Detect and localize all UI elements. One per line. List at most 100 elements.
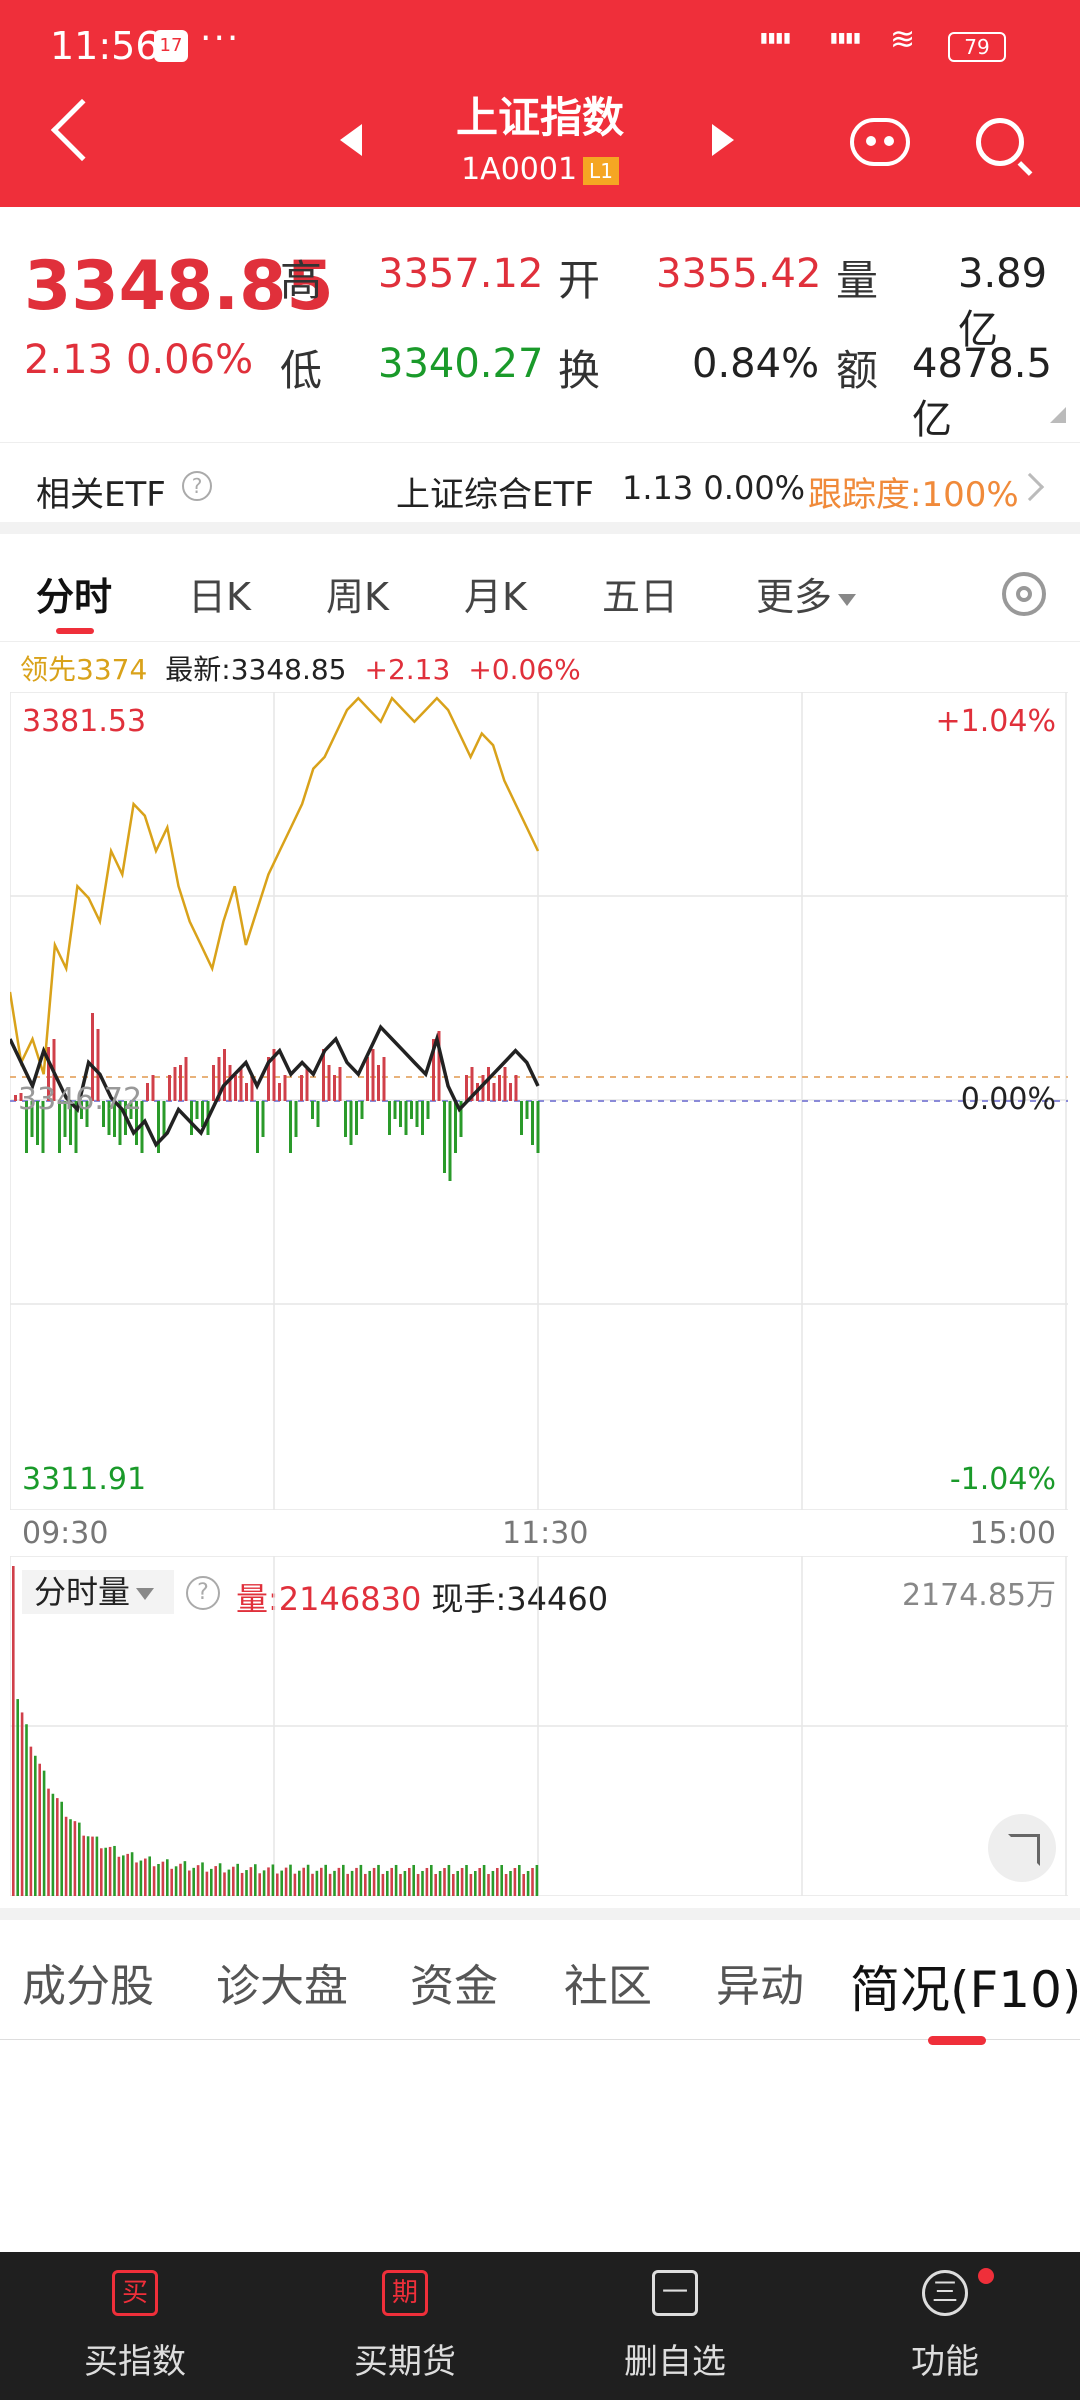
tab-five-day[interactable]: 五日 <box>602 566 678 621</box>
volume-bar <box>126 1853 129 1896</box>
flow-bar <box>360 1101 364 1119</box>
volume-bar <box>482 1864 486 1896</box>
flow-bar <box>289 1101 292 1153</box>
intraday-chart[interactable] <box>10 692 1068 1510</box>
amount-value: 4878.5亿 <box>912 341 1052 443</box>
flow-bar <box>355 1101 358 1135</box>
tab-components[interactable]: 成分股 <box>22 1950 154 2014</box>
latest-change: +2.13 <box>364 653 451 686</box>
volume-bar <box>135 1862 138 1896</box>
flow-bar <box>492 1083 496 1101</box>
volume-bar <box>157 1863 160 1896</box>
flow-bar <box>487 1067 490 1101</box>
tab-f10[interactable]: 简况(F10) <box>850 1950 1080 2022</box>
time-mid: 11:30 <box>502 1516 589 1551</box>
volume-bar <box>100 1848 103 1896</box>
wifi-icon: ≋ <box>890 22 916 57</box>
flow-bar <box>525 1101 529 1119</box>
volume-bar <box>188 1870 191 1896</box>
y-axis-bottom: 3311.91 <box>22 1462 147 1497</box>
quote-panel: 3348.85 2.13 0.06% 高 3357.12 低 3340.27 开… <box>0 207 1080 443</box>
volume-bar <box>430 1864 433 1896</box>
flow-bar <box>503 1067 507 1101</box>
flow-bar <box>168 1075 171 1101</box>
functions-button[interactable]: 三 功能 <box>810 2252 1080 2400</box>
volume-bar <box>170 1868 173 1896</box>
tab-funds[interactable]: 资金 <box>410 1950 498 2014</box>
volume-bar <box>25 1724 28 1896</box>
stock-code: 1A0001 L1 <box>420 152 660 187</box>
volume-bar <box>403 1870 407 1896</box>
latest-pct: +0.06% <box>468 653 581 686</box>
latest-value: 最新:3348.85 <box>165 653 347 686</box>
futures-icon: 期 <box>382 2270 428 2316</box>
flow-bar <box>201 1101 204 1127</box>
flow-bar <box>393 1101 397 1119</box>
volume-bar <box>469 1873 473 1896</box>
page-title: 上证指数 <box>455 93 624 142</box>
volume-bar <box>152 1866 156 1896</box>
expand-quote-icon[interactable] <box>1050 407 1066 423</box>
volume-bar <box>359 1864 363 1896</box>
volume-value: 3.89亿 <box>958 251 1048 353</box>
status-bar: 11:56 17 ··· ▮▮▮▮ ▮▮▮▮ ≋ 79 <box>0 0 1080 90</box>
flow-bar <box>283 1075 287 1101</box>
volume-bar <box>324 1864 327 1896</box>
flow-bar <box>536 1101 540 1153</box>
tab-weekly-k[interactable]: 周K <box>326 566 389 621</box>
volume-bar <box>12 1566 15 1896</box>
tab-more[interactable]: 更多 <box>756 566 857 621</box>
robot-icon[interactable] <box>850 118 910 166</box>
battery-icon: 79 <box>948 32 1006 62</box>
volume-bar <box>478 1867 481 1896</box>
amount-label: 额 <box>836 346 879 395</box>
pct-axis-bottom: -1.04% <box>949 1462 1056 1497</box>
open-label: 开 <box>558 256 601 305</box>
volume-bar <box>38 1763 41 1896</box>
volume-bar <box>509 1870 512 1896</box>
flow-bar <box>14 1095 17 1101</box>
volume-bar <box>315 1870 319 1896</box>
remove-watchlist-button[interactable]: 一 删自选 <box>540 2252 810 2400</box>
volume-bar <box>16 1699 19 1896</box>
volume-bar <box>276 1873 279 1896</box>
volume-bar <box>487 1873 490 1896</box>
tab-intraday[interactable]: 分时 <box>36 566 112 621</box>
search-icon[interactable] <box>976 118 1024 166</box>
volume-bar <box>293 1873 297 1896</box>
etf-tracking: 跟踪度:100% <box>808 475 1019 515</box>
flow-bar <box>388 1101 391 1135</box>
volume-bar <box>535 1864 539 1896</box>
buy-futures-button[interactable]: 期 买期货 <box>270 2252 540 2400</box>
buy-index-button[interactable]: 买 买指数 <box>0 2252 270 2400</box>
flow-bar <box>311 1101 314 1119</box>
tab-daily-k[interactable]: 日K <box>188 566 251 621</box>
back-icon[interactable] <box>50 98 114 162</box>
related-etf-row[interactable]: 相关ETF ? 上证综合ETF 1.13 0.00% 跟踪度:100% <box>0 442 1080 534</box>
help-icon[interactable]: ? <box>182 471 212 501</box>
volume-bar <box>236 1863 239 1896</box>
tab-monthly-k[interactable]: 月K <box>464 566 527 621</box>
next-stock-icon[interactable] <box>712 124 734 156</box>
volume-bar <box>328 1873 332 1896</box>
tab-movement[interactable]: 异动 <box>716 1950 804 2014</box>
volume-bar <box>434 1873 437 1896</box>
volume-bar <box>108 1846 112 1896</box>
volume-label: 量 <box>836 256 879 305</box>
flow-bar <box>261 1101 265 1137</box>
volume-bar <box>337 1867 341 1896</box>
tab-diagnosis[interactable]: 诊大盘 <box>216 1950 348 2014</box>
prev-stock-icon[interactable] <box>340 124 362 156</box>
flow-bar <box>415 1101 419 1127</box>
flow-bar <box>228 1065 232 1101</box>
buy-futures-label: 买期货 <box>354 2342 456 2382</box>
settings-icon[interactable] <box>1002 572 1046 616</box>
tab-community[interactable]: 社区 <box>564 1950 652 2014</box>
volume-bar <box>183 1861 187 1896</box>
volume-bar <box>47 1788 50 1896</box>
volume-bar <box>20 1712 24 1896</box>
flow-bar <box>245 1083 248 1101</box>
volume-bar <box>364 1873 367 1896</box>
volume-bar <box>78 1822 81 1896</box>
turnover-value: 0.84% <box>692 341 820 387</box>
